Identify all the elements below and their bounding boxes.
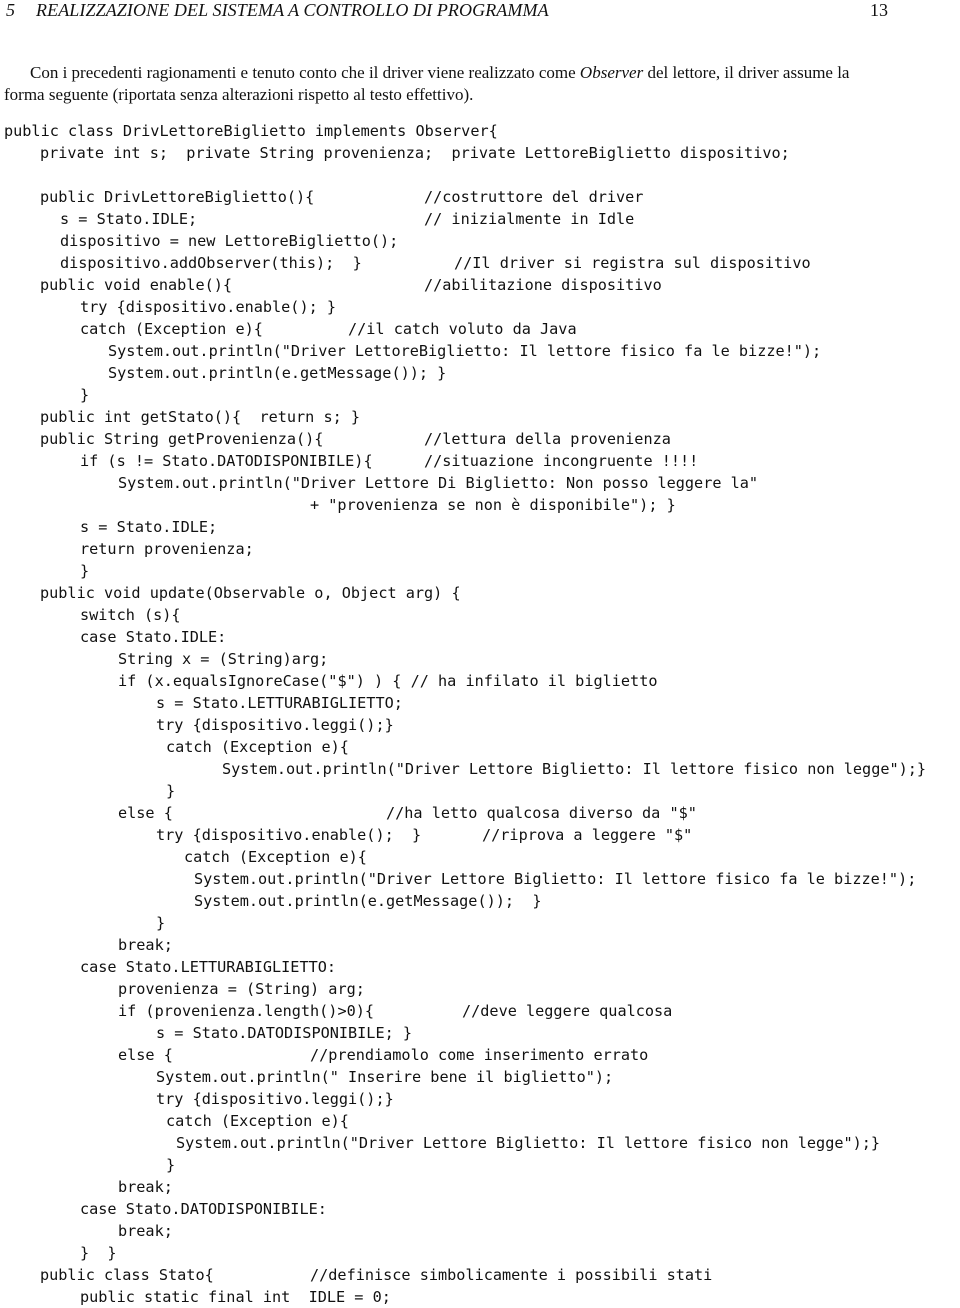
code-line: catch (Exception e){ <box>80 320 263 338</box>
code-comment: //riprova a leggere "$" <box>482 826 693 844</box>
code-line: String x = (String)arg; <box>118 650 329 668</box>
code-line: else { <box>118 1046 173 1064</box>
code-line: System.out.println(e.getMessage()); } <box>108 364 447 382</box>
code-line: break; <box>118 1222 173 1240</box>
code-line: try {dispositivo.enable(); } <box>80 298 337 316</box>
intro-paragraph: Con i precedenti ragionamenti e tenuto c… <box>4 62 894 106</box>
code-comment: //abilitazione dispositivo <box>424 276 662 294</box>
code-line: return provenienza; <box>80 540 254 558</box>
section-number: 5 <box>6 0 15 20</box>
code-line: System.out.println("Driver Lettore Bigli… <box>176 1134 881 1152</box>
code-line: public String getProvenienza(){ <box>40 430 324 448</box>
code-line: } } <box>80 1244 117 1262</box>
code-line: public class Stato{ <box>40 1266 214 1284</box>
code-line: System.out.println("Driver LettoreBiglie… <box>108 342 822 360</box>
code-line: } <box>80 386 90 404</box>
code-line: if (x.equalsIgnoreCase("$") ) { // ha in… <box>118 672 658 690</box>
intro-text-start: Con i precedenti ragionamenti e tenuto c… <box>30 63 580 82</box>
code-line: System.out.println("Driver Lettore Bigli… <box>194 870 917 888</box>
code-comment: //situazione incongruente !!!! <box>424 452 699 470</box>
code-line: switch (s){ <box>80 606 181 624</box>
observer-term: Observer <box>579 63 644 82</box>
code-comment: //definisce simbolicamente i possibili s… <box>310 1266 713 1284</box>
code-line: break; <box>118 1178 173 1196</box>
code-line: private int s; private String provenienz… <box>40 144 790 162</box>
running-header: 5 REALIZZAZIONE DEL SISTEMA A CONTROLLO … <box>4 0 960 22</box>
code-line: System.out.println(" Inserire bene il bi… <box>156 1068 614 1086</box>
code-line: } <box>80 562 90 580</box>
section-title: REALIZZAZIONE DEL SISTEMA A CONTROLLO DI… <box>36 0 549 20</box>
code-comment: //il catch voluto da Java <box>348 320 577 338</box>
code-line: public int getStato(){ return s; } <box>40 408 361 426</box>
code-comment: // inizialmente in Idle <box>424 210 635 228</box>
code-line: case Stato.IDLE: <box>80 628 227 646</box>
code-line: + "provenienza se non è disponibile"); } <box>310 496 676 514</box>
code-line: System.out.println(e.getMessage()); } <box>194 892 542 910</box>
code-line: try {dispositivo.leggi();} <box>156 1090 394 1108</box>
code-comment: //lettura della provenienza <box>424 430 671 448</box>
page-number: 13 <box>870 0 888 20</box>
code-line: } <box>166 782 176 800</box>
code-line: } <box>156 914 166 932</box>
code-line: dispositivo.addObserver(this); } <box>60 254 362 272</box>
code-comment: //ha letto qualcosa diverso da "$" <box>386 804 697 822</box>
code-line: catch (Exception e){ <box>166 738 349 756</box>
code-line: if (s != Stato.DATODISPONIBILE){ <box>80 452 373 470</box>
code-line: dispositivo = new LettoreBiglietto(); <box>60 232 399 250</box>
code-line: provenienza = (String) arg; <box>118 980 365 998</box>
code-line: s = Stato.LETTURABIGLIETTO; <box>156 694 403 712</box>
code-line: case Stato.DATODISPONIBILE: <box>80 1200 327 1218</box>
code-line: } <box>166 1156 176 1174</box>
code-line: try {dispositivo.enable(); } <box>156 826 422 844</box>
code-line: public void update(Observable o, Object … <box>40 584 461 602</box>
code-line: case Stato.LETTURABIGLIETTO: <box>80 958 337 976</box>
code-line: catch (Exception e){ <box>166 1112 349 1130</box>
code-line: s = Stato.IDLE; <box>60 210 198 228</box>
code-line: public class DrivLettoreBiglietto implem… <box>4 122 498 140</box>
code-line: System.out.println("Driver Lettore Bigli… <box>222 760 927 778</box>
code-comment: //deve leggere qualcosa <box>462 1002 673 1020</box>
code-line: System.out.println("Driver Lettore Di Bi… <box>118 474 759 492</box>
code-line: if (provenienza.length()>0){ <box>118 1002 375 1020</box>
code-line: try {dispositivo.leggi();} <box>156 716 394 734</box>
code-line: s = Stato.IDLE; <box>80 518 218 536</box>
code-comment: //Il driver si registra sul dispositivo <box>454 254 811 272</box>
code-line: public DrivLettoreBiglietto(){ <box>40 188 315 206</box>
code-comment: //costruttore del driver <box>424 188 644 206</box>
code-line: else { <box>118 804 173 822</box>
code-line: catch (Exception e){ <box>184 848 367 866</box>
code-comment: //prendiamolo come inserimento errato <box>310 1046 649 1064</box>
code-line: break; <box>118 936 173 954</box>
code-line: public void enable(){ <box>40 276 233 294</box>
code-line: s = Stato.DATODISPONIBILE; } <box>156 1024 413 1042</box>
intro-text: Con i precedenti ragionamenti e tenuto c… <box>4 62 894 106</box>
